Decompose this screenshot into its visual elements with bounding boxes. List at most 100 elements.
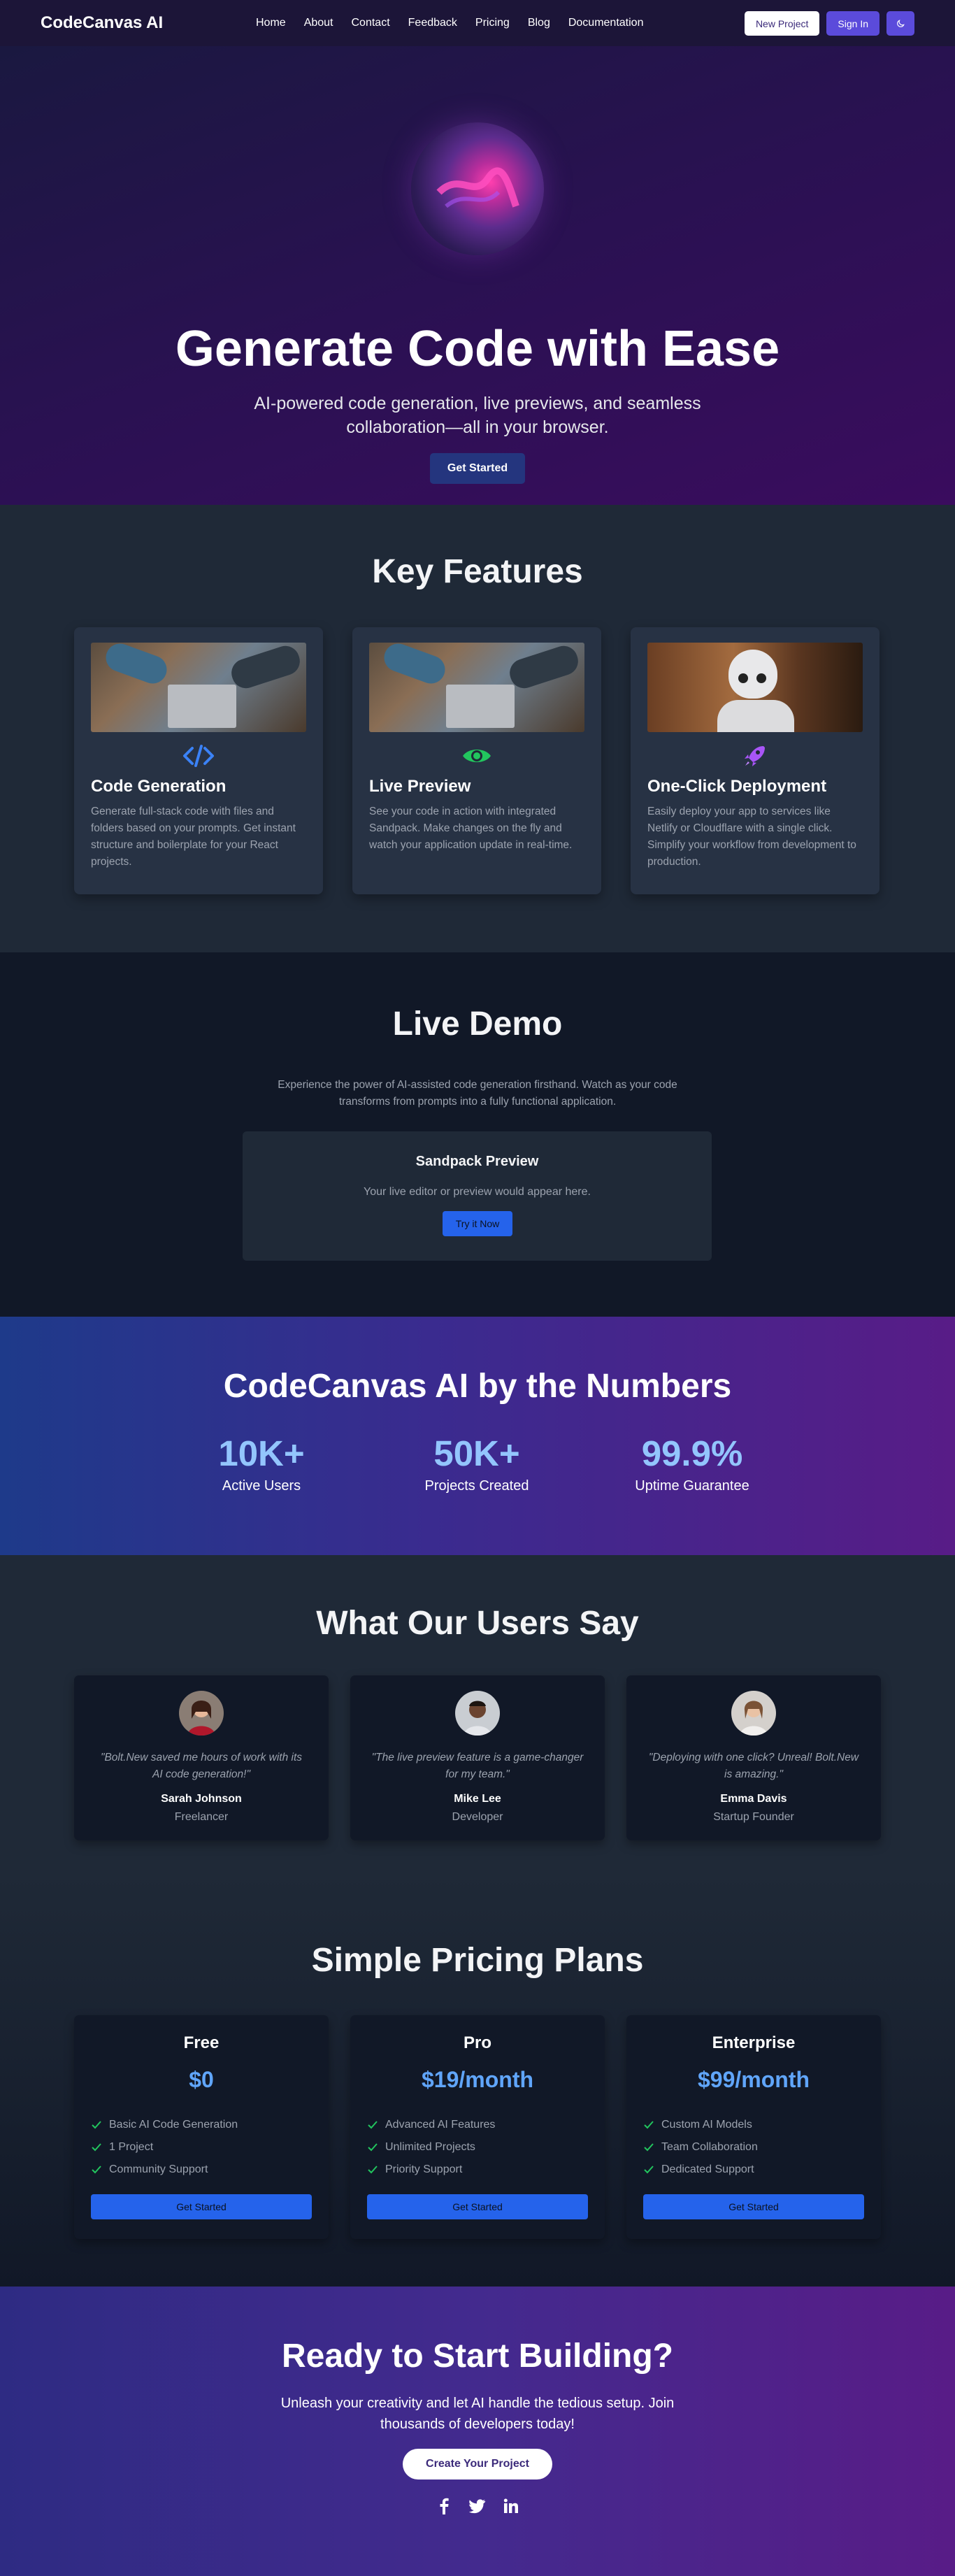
nav-link-pricing[interactable]: Pricing: [475, 17, 510, 29]
features-title: Key Features: [372, 553, 583, 590]
linkedin-icon[interactable]: [503, 2498, 519, 2514]
plan-feature: 1 Project: [91, 2136, 312, 2159]
twitter-icon[interactable]: [469, 2498, 486, 2514]
features-section: Key Features Code Generation Generate fu…: [0, 505, 955, 952]
feature-image: [647, 643, 863, 732]
top-navbar: CodeCanvas AI Home About Contact Feedbac…: [0, 0, 955, 46]
social-links: [0, 2498, 955, 2514]
plan-name: Free: [183, 2033, 220, 2052]
check-icon: [644, 2121, 654, 2129]
demo-description: Experience the power of AI-assisted code…: [278, 1079, 677, 1108]
plan-features: Advanced AI Features Unlimited Projects …: [367, 2114, 588, 2181]
testimonial-name: Emma Davis: [720, 1793, 787, 1805]
get-started-button[interactable]: Get Started: [430, 453, 525, 484]
avatar: [455, 1691, 500, 1736]
sandpack-preview-box: Sandpack Preview Your live editor or pre…: [243, 1131, 712, 1261]
plan-get-started-button[interactable]: Get Started: [91, 2194, 312, 2219]
sign-in-button[interactable]: Sign In: [826, 11, 879, 36]
pricing-title: Simple Pricing Plans: [311, 1942, 644, 1979]
avatar: [179, 1691, 224, 1736]
sandpack-placeholder-text: Your live editor or preview would appear…: [364, 1186, 591, 1198]
stats-title: CodeCanvas AI by the Numbers: [223, 1368, 732, 1405]
nav-link-blog[interactable]: Blog: [528, 17, 550, 29]
feature-image: [91, 643, 306, 732]
testimonial-quote: "Bolt.New saved me hours of work with it…: [100, 1752, 303, 1780]
nav-link-home[interactable]: Home: [256, 17, 286, 29]
plan-name: Enterprise: [712, 2033, 796, 2052]
live-demo-section: Live Demo Experience the power of AI-ass…: [0, 952, 955, 1317]
testimonial-card: "Deploying with one click? Unreal! Bolt.…: [626, 1675, 881, 1840]
cta-title: Ready to Start Building?: [281, 2338, 673, 2375]
feature-card-code-generation: Code Generation Generate full-stack code…: [74, 627, 323, 894]
facebook-icon[interactable]: [436, 2498, 452, 2514]
stat-value: 10K+: [218, 1433, 305, 1473]
plan-price: $19/month: [421, 2067, 534, 2092]
nav-links: Home About Contact Feedback Pricing Blog…: [256, 0, 643, 46]
pricing-card-free: Free $0 Basic AI Code Generation 1 Proje…: [74, 2015, 329, 2239]
hero-title: Generate Code with Ease: [175, 321, 780, 377]
check-icon: [644, 2166, 654, 2174]
plan-name: Pro: [463, 2033, 491, 2052]
check-icon: [368, 2143, 378, 2152]
new-project-button[interactable]: New Project: [744, 11, 820, 36]
plan-feature: Unlimited Projects: [367, 2136, 588, 2159]
plan-feature: Team Collaboration: [643, 2136, 864, 2159]
plan-feature: Community Support: [91, 2159, 312, 2181]
avatar: [731, 1691, 776, 1736]
testimonials-title: What Our Users Say: [316, 1605, 639, 1642]
nav-link-feedback[interactable]: Feedback: [408, 17, 457, 29]
nav-link-about[interactable]: About: [304, 17, 333, 29]
moon-icon: [897, 19, 905, 27]
stat-value: 50K+: [433, 1433, 520, 1473]
pricing-section: Simple Pricing Plans Free $0 Basic AI Co…: [0, 1874, 955, 2287]
testimonial-name: Sarah Johnson: [161, 1793, 242, 1805]
stat-label: Active Users: [222, 1478, 301, 1494]
plan-price: $99/month: [697, 2067, 810, 2092]
feature-card-deployment: One-Click Deployment Easily deploy your …: [631, 627, 879, 894]
check-icon: [92, 2166, 101, 2174]
theme-toggle-button[interactable]: [886, 11, 914, 36]
hero-subtitle: AI-powered code generation, live preview…: [254, 394, 701, 437]
feature-description: See your code in action with integrated …: [369, 806, 573, 851]
testimonial-quote: "Deploying with one click? Unreal! Bolt.…: [648, 1752, 859, 1780]
check-icon: [368, 2121, 378, 2129]
testimonial-card: "Bolt.New saved me hours of work with it…: [74, 1675, 329, 1840]
plan-features: Custom AI Models Team Collaboration Dedi…: [643, 2114, 864, 2181]
testimonial-card: "The live preview feature is a game-chan…: [350, 1675, 605, 1840]
eye-icon: [463, 750, 491, 762]
feature-title: Code Generation: [91, 777, 227, 796]
feature-description: Generate full-stack code with files and …: [91, 806, 296, 868]
plan-get-started-button[interactable]: Get Started: [643, 2194, 864, 2219]
brand-logo[interactable]: CodeCanvas AI: [41, 13, 163, 33]
abstract-wave-icon: [436, 167, 519, 208]
check-icon: [92, 2143, 101, 2152]
plan-features: Basic AI Code Generation 1 Project Commu…: [91, 2114, 312, 2181]
testimonial-name: Mike Lee: [454, 1793, 501, 1805]
testimonial-role: Startup Founder: [713, 1811, 794, 1823]
sandpack-title: Sandpack Preview: [415, 1154, 539, 1169]
testimonials-section: What Our Users Say "Bolt.New saved me ho…: [0, 1555, 955, 1874]
try-it-now-button[interactable]: Try it Now: [443, 1211, 512, 1236]
demo-title: Live Demo: [392, 1006, 563, 1043]
hero-section: Generate Code with Ease AI-powered code …: [0, 46, 955, 505]
feature-description: Easily deploy your app to services like …: [647, 806, 856, 868]
stat-value: 99.9%: [641, 1433, 743, 1473]
cta-subtitle: Unleash your creativity and let AI handl…: [280, 2396, 675, 2432]
plan-get-started-button[interactable]: Get Started: [367, 2194, 588, 2219]
create-your-project-button[interactable]: Create Your Project: [403, 2449, 552, 2480]
testimonial-role: Developer: [452, 1811, 503, 1823]
plan-feature: Priority Support: [367, 2159, 588, 2181]
stat-projects-created: 50K+ Projects Created: [407, 1433, 547, 1494]
stat-active-users: 10K+ Active Users: [202, 1433, 321, 1494]
stats-section: CodeCanvas AI by the Numbers 10K+ Active…: [0, 1317, 955, 1555]
nav-link-contact[interactable]: Contact: [352, 17, 390, 29]
nav-link-documentation[interactable]: Documentation: [568, 17, 644, 29]
testimonial-role: Freelancer: [174, 1811, 229, 1823]
feature-image: [369, 643, 584, 732]
plan-feature: Dedicated Support: [643, 2159, 864, 2181]
check-icon: [92, 2121, 101, 2129]
check-icon: [368, 2166, 378, 2174]
plan-price: $0: [189, 2067, 214, 2092]
plan-feature: Basic AI Code Generation: [91, 2114, 312, 2136]
pricing-card-enterprise: Enterprise $99/month Custom AI Models Te…: [626, 2015, 881, 2239]
